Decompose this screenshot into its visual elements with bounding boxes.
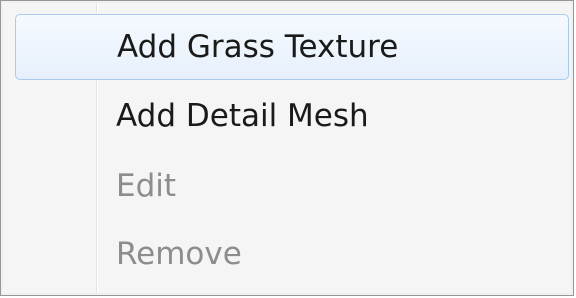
menu-item-remove[interactable]: Remove [15,221,569,287]
menu-item-label: Remove [116,236,242,272]
menu-item-edit[interactable]: Edit [15,153,569,219]
menu-item-add-detail-mesh[interactable]: Add Detail Mesh [15,83,569,149]
menu-item-add-grass-texture[interactable]: Add Grass Texture [15,14,569,80]
menu-item-label: Add Grass Texture [117,29,399,65]
context-menu: Add Grass Texture Add Detail Mesh Edit R… [0,0,574,296]
menu-item-label: Edit [116,168,177,204]
menu-item-label: Add Detail Mesh [116,98,369,134]
